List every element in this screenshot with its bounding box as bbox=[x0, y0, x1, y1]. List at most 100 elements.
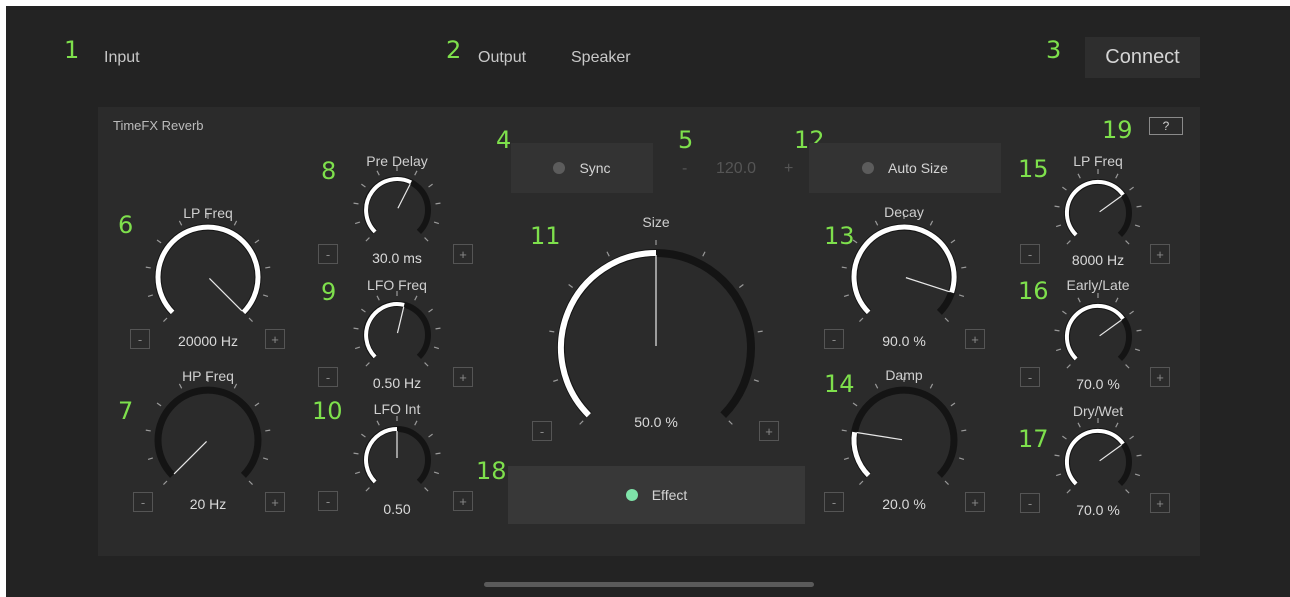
decay-plus-button[interactable]: + bbox=[965, 329, 985, 349]
damp-tick bbox=[874, 383, 879, 389]
damp-tick bbox=[929, 383, 934, 389]
size-tick bbox=[606, 251, 610, 257]
sync-button[interactable]: Sync bbox=[511, 143, 653, 193]
effect-label: Effect bbox=[651, 487, 688, 503]
callout-15: 15 bbox=[1018, 155, 1049, 183]
lfo-freq-knob[interactable] bbox=[353, 291, 441, 367]
damp-tick bbox=[843, 457, 850, 461]
pre-delay-tick bbox=[361, 183, 366, 188]
hp-freq-tick bbox=[233, 383, 238, 389]
lp-freq-left-knob[interactable] bbox=[145, 214, 271, 322]
decay-tick bbox=[961, 266, 967, 269]
lp-freq-left-plus-button[interactable]: + bbox=[265, 329, 285, 349]
early-late-plus-button[interactable]: + bbox=[1150, 367, 1170, 387]
lfo-int-minus-button[interactable]: - bbox=[318, 491, 338, 511]
lp-freq-left-tick bbox=[248, 317, 253, 322]
pre-delay-tick bbox=[376, 170, 380, 176]
hp-freq-knob[interactable] bbox=[145, 377, 271, 485]
dry-wet-plus-button[interactable]: + bbox=[1150, 493, 1170, 513]
lp-freq-right-tick bbox=[1055, 224, 1062, 228]
damp-knob[interactable] bbox=[841, 377, 967, 485]
tempo-minus-button[interactable]: - bbox=[682, 160, 687, 178]
damp-plus-button[interactable]: + bbox=[965, 492, 985, 512]
output-device-selector[interactable]: Speaker bbox=[571, 49, 631, 67]
dry-wet-pointer bbox=[1099, 444, 1122, 462]
lfo-freq-tick bbox=[376, 295, 380, 301]
size-knob[interactable] bbox=[549, 240, 763, 425]
lfo-int-knob[interactable] bbox=[353, 416, 441, 492]
lfo-freq-minus-button[interactable]: - bbox=[318, 367, 338, 387]
decay-value-arc bbox=[851, 224, 957, 315]
tempo-plus-button[interactable]: + bbox=[784, 160, 793, 178]
dry-wet-value: 70.0 % bbox=[1076, 502, 1120, 518]
damp-tick bbox=[950, 402, 956, 407]
app-window: 1 Input 2 Output Speaker 3 Connect TimeF… bbox=[6, 6, 1290, 597]
size-tick bbox=[753, 379, 759, 382]
lfo-freq-tick bbox=[365, 362, 370, 367]
size-plus-button[interactable]: + bbox=[759, 421, 779, 441]
lp-freq-right-minus-button[interactable]: - bbox=[1020, 244, 1040, 264]
lp-freq-right-knob[interactable] bbox=[1054, 169, 1142, 245]
hp-freq-label: HP Freq bbox=[182, 368, 234, 384]
lp-freq-right-tick bbox=[1115, 173, 1119, 179]
lp-freq-right-plus-button[interactable]: + bbox=[1150, 244, 1170, 264]
size-minus-button[interactable]: - bbox=[532, 421, 552, 441]
early-late-tick bbox=[1055, 348, 1062, 352]
help-button[interactable]: ? bbox=[1149, 117, 1183, 135]
dry-wet-knob[interactable] bbox=[1054, 418, 1142, 494]
pre-delay-knob[interactable] bbox=[353, 166, 441, 242]
damp-pointer bbox=[856, 431, 903, 441]
decay-knob[interactable] bbox=[841, 214, 967, 322]
size-tick bbox=[757, 330, 763, 333]
hp-freq-tick bbox=[178, 383, 183, 389]
lp-freq-left-pointer bbox=[208, 277, 243, 312]
decay-tick bbox=[843, 294, 850, 298]
lfo-freq-tick bbox=[435, 327, 441, 330]
early-late-tick bbox=[1129, 310, 1134, 315]
hp-freq-tick bbox=[265, 429, 271, 432]
hp-freq-tick bbox=[248, 480, 253, 485]
lfo-freq-value: 0.50 Hz bbox=[372, 375, 422, 391]
size-tick bbox=[738, 284, 744, 288]
callout-5: 5 bbox=[678, 126, 694, 154]
lp-freq-left-value-arc bbox=[155, 224, 261, 315]
pre-delay-plus-button[interactable]: + bbox=[453, 244, 473, 264]
callout-2: 2 bbox=[446, 36, 462, 64]
pre-delay-tick bbox=[414, 170, 418, 176]
dry-wet-minus-button[interactable]: - bbox=[1020, 493, 1040, 513]
callout-18: 18 bbox=[476, 457, 507, 485]
decay-tick bbox=[950, 239, 956, 244]
lp-freq-right-tick bbox=[1054, 205, 1060, 208]
callout-4: 4 bbox=[496, 126, 512, 154]
lp-freq-right-label: LP Freq bbox=[1073, 153, 1123, 169]
hp-freq-minus-button[interactable]: - bbox=[133, 492, 153, 512]
input-selector[interactable]: Input bbox=[104, 49, 140, 67]
effect-led-icon bbox=[625, 489, 638, 501]
early-late-knob[interactable] bbox=[1054, 293, 1142, 369]
decay-minus-button[interactable]: - bbox=[824, 329, 844, 349]
effect-toggle-button[interactable]: Effect bbox=[508, 466, 805, 524]
lfo-freq-plus-button[interactable]: + bbox=[453, 367, 473, 387]
early-late-tick bbox=[1054, 329, 1060, 332]
lfo-int-plus-button[interactable]: + bbox=[453, 491, 473, 511]
dry-wet-tick bbox=[1136, 454, 1142, 457]
early-late-minus-button[interactable]: - bbox=[1020, 367, 1040, 387]
early-late-tick bbox=[1136, 329, 1142, 332]
connect-button[interactable]: Connect bbox=[1085, 37, 1200, 78]
damp-minus-button[interactable]: - bbox=[824, 492, 844, 512]
damp-tick bbox=[944, 480, 949, 485]
pre-delay-minus-button[interactable]: - bbox=[318, 244, 338, 264]
hp-freq-tick bbox=[147, 457, 154, 461]
lfo-freq-tick bbox=[361, 308, 366, 313]
hp-freq-plus-button[interactable]: + bbox=[265, 492, 285, 512]
lfo-int-label: LFO Int bbox=[373, 401, 421, 417]
lp-freq-left-tick bbox=[147, 294, 154, 298]
lp-freq-right-tick bbox=[1136, 205, 1142, 208]
callout-17: 17 bbox=[1018, 425, 1049, 453]
dry-wet-tick bbox=[1077, 422, 1081, 428]
lp-freq-left-minus-button[interactable]: - bbox=[130, 329, 150, 349]
auto-size-button[interactable]: Auto Size bbox=[809, 143, 1001, 193]
lp-freq-left-tick bbox=[262, 294, 269, 298]
callout-6: 6 bbox=[118, 211, 134, 239]
early-late-label: Early/Late bbox=[1066, 277, 1130, 293]
